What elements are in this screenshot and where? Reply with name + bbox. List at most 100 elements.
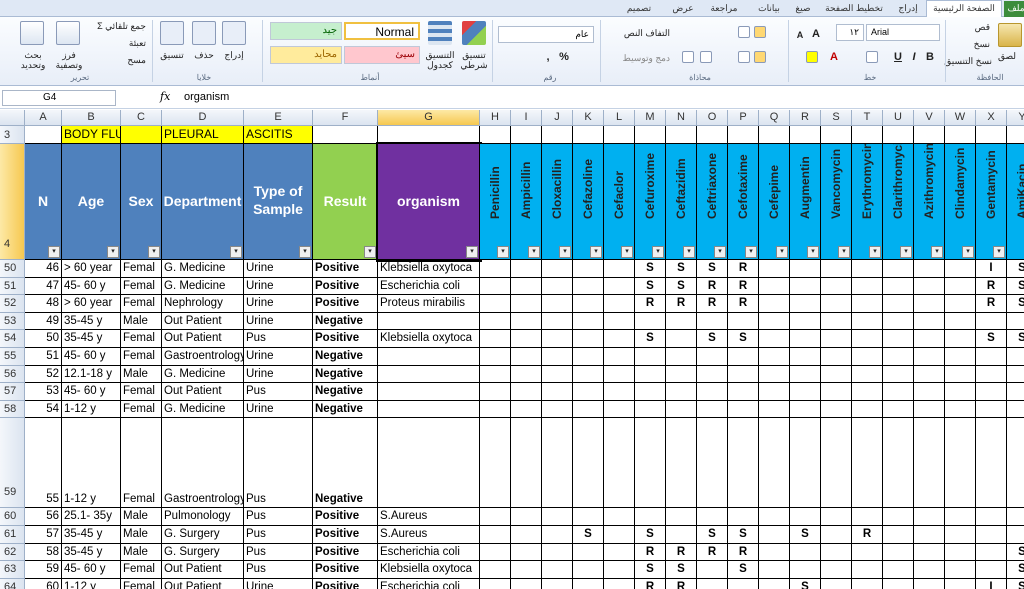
font-name-select[interactable]: Arial <box>866 24 940 41</box>
cell-abx-v-57[interactable] <box>914 383 945 401</box>
indent-icon[interactable] <box>700 51 712 63</box>
cell-sex-50[interactable]: Femal <box>121 260 162 278</box>
cell-abx-q-64[interactable] <box>759 578 790 589</box>
cell-abx-o-61[interactable]: S <box>697 526 728 544</box>
cell-department-61[interactable]: G. Surgery <box>162 526 244 544</box>
cell-abx-o-58[interactable] <box>697 400 728 419</box>
cell-n-60[interactable]: 56 <box>25 508 62 526</box>
cell-a3[interactable] <box>25 126 62 144</box>
cell-abx-u-62[interactable] <box>883 543 914 562</box>
cell-abx-t-53[interactable] <box>852 312 883 331</box>
cell-age-56[interactable]: 12.1-18 y <box>62 365 121 384</box>
cell-department-64[interactable]: Out Patient <box>162 578 244 589</box>
cell-abx-v-56[interactable] <box>914 365 945 384</box>
cell-abx-v-59[interactable] <box>914 418 945 509</box>
tab-home[interactable]: الصفحة الرئيسية <box>926 0 1002 17</box>
cell-result-64[interactable]: Positive <box>313 578 378 589</box>
row-header-59[interactable]: 59 <box>0 418 25 509</box>
cell-abx-t-62[interactable] <box>852 543 883 562</box>
column-header-s[interactable]: S <box>821 110 852 126</box>
cut-button[interactable]: قص <box>940 22 990 33</box>
column-header-q[interactable]: Q <box>759 110 790 126</box>
cell-abx-s-62[interactable] <box>821 543 852 562</box>
cell-i3[interactable] <box>511 126 542 144</box>
cell-abx-r-53[interactable] <box>790 312 821 331</box>
cell-abx-p-53[interactable] <box>728 312 759 331</box>
cell-abx-i-60[interactable] <box>511 508 542 526</box>
row-header-58[interactable]: 58 <box>0 400 25 419</box>
cell-abx-i-64[interactable] <box>511 578 542 589</box>
cell-abx-l-61[interactable] <box>604 526 635 544</box>
cell-abx-x-59[interactable] <box>976 418 1007 509</box>
filter-dropdown-icon[interactable]: ▾ <box>962 246 974 258</box>
cell-sample-55[interactable]: Urine <box>244 348 313 366</box>
cell-sex-51[interactable]: Femal <box>121 277 162 296</box>
delete-cells-icon[interactable] <box>192 21 216 45</box>
cell-abx-h-51[interactable] <box>480 277 511 296</box>
cell-abx-h-54[interactable] <box>480 330 511 348</box>
cell-abx-l-50[interactable] <box>604 260 635 278</box>
cell-organism-64[interactable]: Escherichia coli <box>378 578 480 589</box>
column-header-x[interactable]: X <box>976 110 1007 126</box>
cell-abx-q-58[interactable] <box>759 400 790 419</box>
cell-abx-p-62[interactable]: R <box>728 543 759 562</box>
cell-sample-54[interactable]: Pus <box>244 330 313 348</box>
filter-dropdown-icon[interactable]: ▾ <box>148 246 160 258</box>
cell-abx-n-57[interactable] <box>666 383 697 401</box>
cell-abx-y-61[interactable] <box>1007 526 1024 544</box>
cell-n3[interactable] <box>666 126 697 144</box>
cell-abx-n-60[interactable] <box>666 508 697 526</box>
filter-dropdown-icon[interactable]: ▾ <box>528 246 540 258</box>
cell-sample-52[interactable]: Urine <box>244 295 313 313</box>
cell-abx-l-63[interactable] <box>604 561 635 579</box>
cell-sex-52[interactable]: Femal <box>121 295 162 313</box>
row-header-50[interactable]: 50 <box>0 260 25 278</box>
cell-abx-h-55[interactable] <box>480 348 511 366</box>
filter-dropdown-icon[interactable]: ▾ <box>559 246 571 258</box>
cell-abx-q-57[interactable] <box>759 383 790 401</box>
filter-dropdown-icon[interactable]: ▾ <box>621 246 633 258</box>
cell-abx-w-57[interactable] <box>945 383 976 401</box>
row-header-56[interactable]: 56 <box>0 365 25 384</box>
row-header-57[interactable]: 57 <box>0 383 25 401</box>
cell-department-62[interactable]: G. Surgery <box>162 543 244 562</box>
format-cells-icon[interactable] <box>160 21 184 45</box>
cell-department-56[interactable]: G. Medicine <box>162 365 244 384</box>
cell-abx-u-64[interactable] <box>883 578 914 589</box>
cell-sample-51[interactable]: Urine <box>244 277 313 296</box>
fill-button[interactable]: تعبئة <box>86 38 146 49</box>
cell-abx-m-59[interactable] <box>635 418 666 509</box>
cell-abx-x-62[interactable] <box>976 543 1007 562</box>
cell-sample-63[interactable]: Pus <box>244 561 313 579</box>
cell-age-54[interactable]: 35-45 y <box>62 330 121 348</box>
cell-abx-t-55[interactable] <box>852 348 883 366</box>
column-header-m[interactable]: M <box>635 110 666 126</box>
cell-result-57[interactable]: Negative <box>313 383 378 401</box>
cell-organism-57[interactable] <box>378 383 480 401</box>
fill-color-icon[interactable] <box>806 51 818 63</box>
cell-abx-s-60[interactable] <box>821 508 852 526</box>
cell-abx-w-62[interactable] <box>945 543 976 562</box>
cell-sex-57[interactable]: Femal <box>121 383 162 401</box>
header-cefuroxime[interactable]: Cefuroxime ▾ <box>635 144 666 260</box>
cell-result-63[interactable]: Positive <box>313 561 378 579</box>
cell-abx-r-50[interactable] <box>790 260 821 278</box>
cell-department-60[interactable]: Pulmonology <box>162 508 244 526</box>
format-cells-button[interactable]: تنسيق <box>154 50 190 61</box>
cell-abx-l-54[interactable] <box>604 330 635 348</box>
header-cefepime[interactable]: Cefepime ▾ <box>759 144 790 260</box>
cell-sex-58[interactable]: Femal <box>121 400 162 419</box>
sort-filter-icon[interactable] <box>56 21 80 45</box>
cell-abx-h-50[interactable] <box>480 260 511 278</box>
header-amikacin[interactable]: AmiKacin▾ <box>1007 144 1024 260</box>
cell-abx-u-50[interactable] <box>883 260 914 278</box>
cell-abx-x-61[interactable] <box>976 526 1007 544</box>
cell-abx-w-53[interactable] <box>945 312 976 331</box>
column-header-f[interactable]: F <box>313 110 378 126</box>
cell-abx-p-57[interactable] <box>728 383 759 401</box>
cell-result-53[interactable]: Negative <box>313 312 378 331</box>
cell-abx-m-53[interactable] <box>635 312 666 331</box>
cell-abx-x-53[interactable] <box>976 312 1007 331</box>
cell-abx-q-54[interactable] <box>759 330 790 348</box>
filter-dropdown-icon[interactable]: ▾ <box>497 246 509 258</box>
